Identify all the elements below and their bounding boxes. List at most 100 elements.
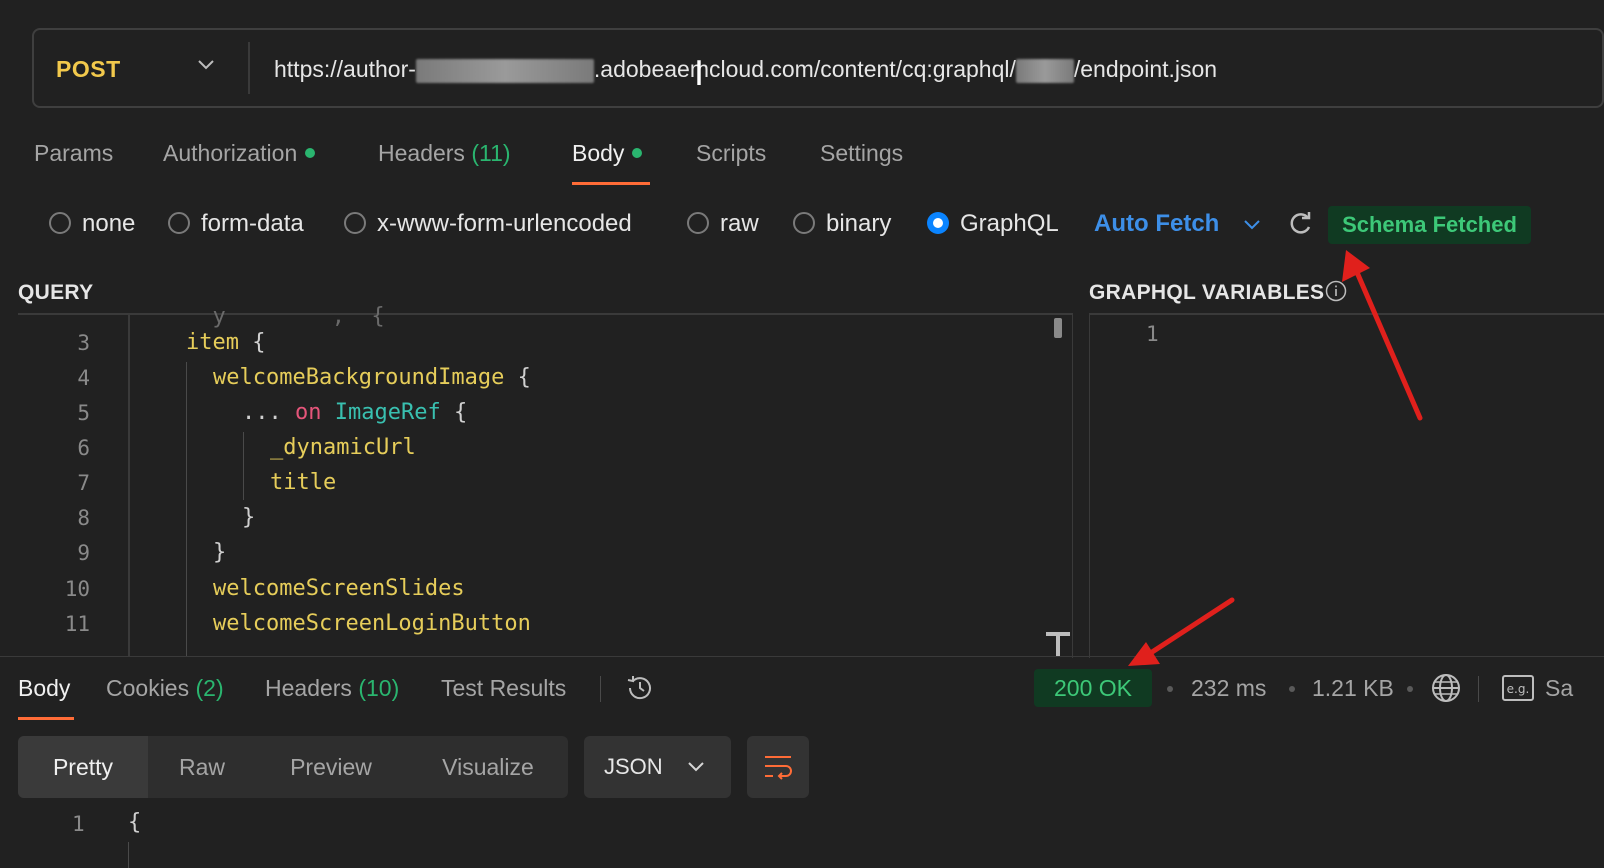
editor-scrollbar-thumb[interactable] — [1054, 318, 1062, 338]
radio-form-data-label[interactable]: form-data — [201, 210, 304, 238]
tab-label: Headers — [265, 675, 352, 701]
line-number: 3 — [77, 331, 90, 355]
view-preview-button[interactable]: Preview — [266, 736, 396, 798]
variables-editor[interactable] — [1089, 313, 1604, 658]
tab-settings[interactable]: Settings — [820, 140, 903, 167]
tab-scripts[interactable]: Scripts — [696, 140, 766, 167]
globe-icon[interactable] — [1430, 672, 1462, 704]
tab-body[interactable]: Body — [572, 140, 643, 167]
code-punctuation: } — [242, 505, 256, 530]
radio-raw-label[interactable]: raw — [720, 210, 759, 238]
url-prefix: https://author- — [274, 56, 416, 82]
radio-graphql-label[interactable]: GraphQL — [960, 210, 1059, 238]
tab-label: Headers — [378, 140, 465, 166]
save-response-button[interactable]: Sa — [1545, 675, 1573, 702]
divider — [600, 676, 601, 702]
tab-label: Authorization — [163, 140, 298, 166]
wrap-lines-icon — [765, 756, 792, 780]
auto-fetch-button[interactable]: Auto Fetch — [1094, 210, 1219, 238]
tab-label: Cookies — [106, 675, 190, 701]
url-middle: .adobeaemcloud.com/content/cq:graphql/ — [593, 56, 1016, 82]
code-punctuation: { — [504, 365, 531, 390]
gutter-divider — [128, 314, 130, 656]
query-heading: QUERY — [18, 281, 94, 304]
radio-form-data[interactable] — [168, 212, 190, 234]
radio-urlencoded-label[interactable]: x-www-form-urlencoded — [377, 210, 632, 238]
radio-raw[interactable] — [687, 212, 709, 234]
tab-authorization[interactable]: Authorization — [163, 140, 316, 167]
code-field: welcomeBackgroundImage — [213, 365, 505, 390]
code-field: item — [186, 330, 239, 355]
code-field: title — [270, 470, 337, 495]
response-size[interactable]: 1.21 KB — [1312, 675, 1394, 702]
radio-graphql[interactable] — [927, 212, 949, 234]
history-icon[interactable] — [624, 672, 656, 704]
separator-dot — [1289, 686, 1295, 692]
svg-text:e.g.: e.g. — [1507, 682, 1530, 696]
http-method-select[interactable]: POST — [56, 56, 121, 83]
response-tab-headers[interactable]: Headers (10) — [265, 675, 399, 702]
line-number: 11 — [64, 612, 90, 636]
code-punctuation: { — [238, 330, 266, 355]
code-line: item { — [186, 330, 265, 355]
line-number: 1 — [72, 812, 85, 836]
radio-urlencoded[interactable] — [344, 212, 366, 234]
line-number: 4 — [77, 366, 90, 390]
status-badge[interactable]: 200 OK — [1034, 669, 1152, 707]
response-time[interactable]: 232 ms — [1191, 675, 1266, 702]
line-number: 8 — [77, 506, 90, 530]
chevron-down-icon[interactable] — [1240, 212, 1264, 236]
code-line-partial: y , { — [186, 304, 385, 329]
resize-handle-icon[interactable] — [1046, 632, 1070, 656]
view-raw-button[interactable]: Raw — [148, 736, 256, 798]
schema-status-badge: Schema Fetched — [1328, 206, 1531, 244]
code-field: welcomeScreenLoginButton — [213, 611, 531, 636]
line-number: 6 — [77, 436, 90, 460]
info-icon[interactable] — [1325, 280, 1347, 302]
line-number: 9 — [77, 541, 90, 565]
indent-guide — [128, 842, 129, 868]
text-cursor-icon: I — [694, 54, 705, 94]
divider — [1478, 676, 1479, 702]
tab-headers[interactable]: Headers (11) — [378, 140, 511, 167]
code-field: _dynamicUrl — [270, 435, 416, 460]
tab-params[interactable]: Params — [34, 140, 113, 167]
example-icon[interactable]: e.g. — [1502, 674, 1534, 702]
query-editor[interactable] — [18, 313, 1073, 658]
radio-none[interactable] — [49, 212, 71, 234]
response-tab-body[interactable]: Body — [18, 675, 70, 702]
response-tab-cookies[interactable]: Cookies (2) — [106, 675, 224, 702]
redacted-text — [1015, 58, 1074, 83]
radio-binary-label[interactable]: binary — [826, 210, 891, 238]
chevron-down-icon[interactable] — [684, 754, 708, 778]
active-tab-indicator — [572, 182, 650, 185]
status-dot-icon — [632, 148, 643, 159]
view-visualize-button[interactable]: Visualize — [420, 736, 556, 798]
tab-label: Body — [572, 140, 625, 166]
line-number: 1 — [1146, 322, 1159, 346]
code-spread: ... — [242, 400, 282, 425]
response-tab-test-results[interactable]: Test Results — [441, 675, 566, 702]
refresh-icon[interactable] — [1286, 210, 1314, 238]
redacted-text — [415, 58, 594, 83]
code-field: welcomeScreenSlides — [213, 576, 465, 601]
divider — [248, 42, 250, 94]
active-tab-indicator — [18, 717, 74, 720]
code-punctuation: } — [213, 540, 227, 565]
headers-count: (11) — [471, 140, 511, 166]
separator-dot — [1167, 686, 1173, 692]
response-json-brace: { — [128, 810, 142, 835]
panel-divider[interactable] — [0, 656, 1604, 657]
indent-guide — [243, 432, 244, 500]
view-pretty-button[interactable]: Pretty — [18, 736, 148, 798]
chevron-down-icon[interactable] — [194, 52, 218, 76]
code-line: ... on ImageRef { — [242, 400, 467, 425]
radio-none-label[interactable]: none — [82, 210, 135, 238]
format-select-label: JSON — [604, 754, 663, 779]
line-number: 7 — [77, 471, 90, 495]
code-keyword: on — [295, 400, 322, 425]
radio-binary[interactable] — [793, 212, 815, 234]
url-input[interactable]: https://author- .adobeaemcloud.com/conten… — [274, 56, 1217, 83]
separator-dot — [1407, 686, 1413, 692]
indent-guide — [186, 362, 187, 656]
